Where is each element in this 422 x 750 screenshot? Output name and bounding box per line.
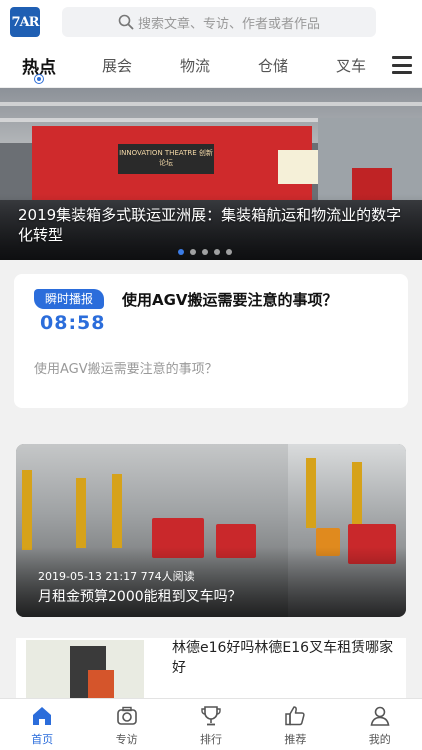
camera-icon — [116, 706, 137, 725]
search-icon — [118, 14, 134, 30]
carousel-dot[interactable] — [202, 249, 208, 255]
tab-label: 展会 — [101, 57, 132, 75]
nav-label: 排行 — [199, 733, 222, 746]
bottom-navigation: 首页 专访 排行 推荐 我的 — [0, 698, 422, 750]
flash-badge: 瞬时播报 — [34, 289, 104, 309]
tab-label: 仓储 — [257, 57, 288, 75]
article-meta: 2019-05-13 21:17 774人阅读 — [38, 570, 195, 583]
article-card-featured[interactable]: 2019-05-13 21:17 774人阅读 月租金预算2000能租到叉车吗？ — [16, 444, 406, 617]
tab-logistics[interactable]: 物流 — [156, 55, 234, 76]
banner-carousel[interactable]: INNOVATION THEATRE 创新论坛 2019集装箱多式联运亚洲展：集… — [0, 88, 422, 260]
carousel-dot[interactable] — [226, 249, 232, 255]
nav-label: 首页 — [31, 733, 54, 746]
top-header: 7AR 搜索文章、专访、作者或者作品 — [0, 0, 422, 44]
tab-label: 物流 — [179, 57, 210, 75]
nav-profile[interactable]: 我的 — [338, 699, 422, 750]
tab-exhibition[interactable]: 展会 — [78, 55, 156, 76]
article-thumbnail — [26, 640, 144, 700]
search-placeholder: 搜索文章、专访、作者或者作品 — [137, 16, 320, 32]
tab-hot[interactable]: 热点 — [0, 53, 78, 83]
nav-label: 我的 — [368, 733, 391, 746]
flash-news-card[interactable]: 瞬时播报 08:58 使用AGV搬运需要注意的事项？ 使用AGV搬运需要注意的事… — [14, 274, 408, 408]
carousel-dot[interactable] — [178, 249, 184, 255]
stage-sign: INNOVATION THEATRE 创新论坛 — [118, 144, 214, 174]
article-title[interactable]: 林德e16好吗林德E16叉车租赁哪家好 — [172, 638, 402, 678]
banner-caption[interactable]: 2019集装箱多式联运亚洲展：集装箱航运和物流业的数字化转型 — [18, 205, 406, 245]
app-screen: 7AR 搜索文章、专访、作者或者作品 热点 展会 物流 仓储 叉车 INNOVA… — [0, 0, 422, 750]
nav-recommend[interactable]: 推荐 — [253, 699, 337, 750]
app-logo[interactable]: 7AR — [10, 7, 40, 37]
home-icon — [33, 707, 52, 725]
nav-home[interactable]: 首页 — [0, 699, 84, 750]
tab-label: 叉车 — [335, 57, 366, 75]
carousel-dots — [178, 249, 238, 255]
flash-description: 使用AGV搬运需要注意的事项？ — [34, 362, 218, 377]
hamburger-menu-icon[interactable] — [392, 56, 412, 74]
search-bar[interactable]: 搜索文章、专访、作者或者作品 — [62, 7, 376, 37]
nav-label: 推荐 — [284, 733, 307, 746]
tab-forklift[interactable]: 叉车 — [312, 55, 390, 76]
active-tab-indicator — [35, 75, 43, 83]
thumbs-up-icon — [285, 706, 306, 726]
carousel-dot[interactable] — [214, 249, 220, 255]
flash-time: 08:58 — [40, 312, 106, 334]
user-icon — [370, 706, 390, 726]
tab-warehouse[interactable]: 仓储 — [234, 55, 312, 76]
flash-title[interactable]: 使用AGV搬运需要注意的事项？ — [122, 289, 338, 310]
article-title[interactable]: 月租金预算2000能租到叉车吗？ — [38, 586, 242, 606]
carousel-dot[interactable] — [190, 249, 196, 255]
trophy-icon — [201, 706, 221, 726]
nav-label: 专访 — [115, 733, 138, 746]
category-tabs: 热点 展会 物流 仓储 叉车 — [0, 44, 422, 88]
nav-ranking[interactable]: 排行 — [169, 699, 253, 750]
article-list-item[interactable]: 林德e16好吗林德E16叉车租赁哪家好 — [16, 638, 406, 700]
nav-interview[interactable]: 专访 — [84, 699, 168, 750]
